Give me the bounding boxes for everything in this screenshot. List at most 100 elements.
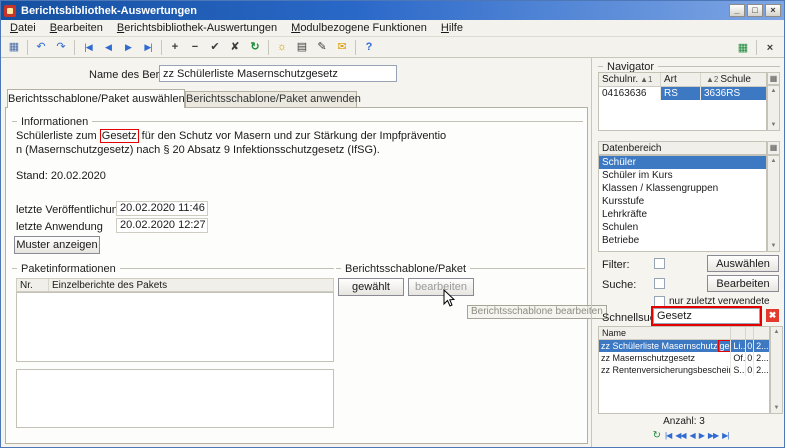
group-line [92, 121, 583, 122]
auswaehlen-button[interactable]: Auswählen [707, 255, 779, 272]
next-record-icon[interactable]: ▶ [118, 38, 138, 56]
report-name-input[interactable] [159, 65, 397, 82]
menu-datei[interactable]: Datei [3, 21, 43, 35]
table-row[interactable]: 04163636 RS 3636RS [599, 87, 766, 100]
muster-anzeigen-button[interactable]: Muster anzeigen [14, 236, 100, 254]
list-item-klassen[interactable]: Klassen / Klassengruppen [599, 182, 766, 195]
prev-record-icon[interactable]: ◀ [690, 429, 695, 442]
list-item-kursstufe[interactable]: Kursstufe [599, 195, 766, 208]
undo-icon[interactable]: ↶ [31, 38, 51, 56]
refresh-icon[interactable]: ↻ [245, 38, 265, 56]
cell-count[interactable]: 0 [746, 352, 754, 364]
table-row[interactable]: zz Rentenversicherungsbescheinigung... S… [599, 364, 769, 376]
title-bar[interactable]: Berichtsbibliothek-Auswertungen _ □ × [1, 1, 784, 20]
schnellsuche-input[interactable] [653, 308, 760, 324]
scroll-down-icon[interactable]: ▼ [774, 403, 780, 413]
close-form-icon[interactable]: × [760, 39, 780, 57]
prev-page-icon[interactable]: ◀◀ [675, 429, 685, 442]
excel-export-icon[interactable]: ▦ [733, 39, 753, 57]
splitter[interactable] [591, 58, 592, 448]
column-header-2[interactable] [731, 327, 746, 339]
column-header-schule[interactable]: ▲2Schule [701, 73, 766, 86]
first-record-icon[interactable]: |◀ [78, 38, 98, 56]
paket-report-list[interactable] [16, 292, 334, 362]
delete-record-icon[interactable]: − [185, 38, 205, 56]
cancel-icon[interactable]: ✘ [225, 38, 245, 56]
mail-icon[interactable]: ✉ [332, 38, 352, 56]
column-header-art[interactable]: Art [661, 73, 701, 86]
print-icon[interactable]: ▤ [292, 38, 312, 56]
menu-hilfe[interactable]: Hilfe [434, 21, 470, 35]
list-item-schulen[interactable]: Schulen [599, 221, 766, 234]
menu-bearbeiten-rest: earbeiten [57, 22, 103, 34]
column-header-4[interactable] [754, 327, 769, 339]
column-header-3[interactable] [746, 327, 754, 339]
cell-art[interactable]: RS [661, 87, 701, 100]
column-header-name[interactable]: Name [599, 327, 731, 339]
help-icon[interactable]: ? [359, 38, 379, 56]
menu-berichtsbibliothek[interactable]: Berichtsbibliothek-Auswertungen [110, 21, 284, 35]
navigator-scrollbar[interactable]: ▲ ▼ [767, 85, 780, 131]
next-page-icon[interactable]: ▶▶ [708, 429, 718, 442]
table-row[interactable]: zz Masernschutzgesetz Of.. 0 2... [599, 352, 769, 364]
cell-type[interactable]: Of.. [731, 352, 746, 364]
redo-icon[interactable]: ↷ [51, 38, 71, 56]
suche-bearbeiten-button[interactable]: Bearbeiten [707, 275, 779, 292]
last-record-icon[interactable]: ▶| [722, 429, 728, 442]
gewaehlt-button[interactable]: gewählt [338, 278, 404, 296]
window-icon[interactable]: ▦ [4, 38, 24, 56]
lamp-icon[interactable]: ☼ [272, 38, 292, 56]
scroll-down-icon[interactable]: ▼ [771, 120, 777, 130]
cell-name[interactable]: zz Rentenversicherungsbescheinigung... [599, 364, 731, 376]
cell-type[interactable]: Li.. [731, 340, 746, 352]
filter-checkbox[interactable] [654, 258, 665, 269]
edit-icon[interactable]: ✎ [312, 38, 332, 56]
menu-modulbezogene-funktionen[interactable]: Modulbezogene Funktionen [284, 21, 434, 35]
column-header-nr[interactable]: Nr. [17, 279, 49, 291]
add-record-icon[interactable]: + [165, 38, 185, 56]
bearbeiten-button[interactable]: bearbeiten [408, 278, 474, 296]
results-scrollbar[interactable]: ▲ ▼ [770, 326, 783, 414]
previous-record-icon[interactable]: ◀ [98, 38, 118, 56]
last-record-icon[interactable]: ▶| [138, 38, 158, 56]
menu-bearbeiten[interactable]: Bearbeiten [43, 21, 110, 35]
tab-berichtsschablone-auswaehlen[interactable]: Berichtsschablone/Paket auswählen [7, 89, 185, 108]
scroll-up-icon[interactable]: ▲ [771, 86, 777, 96]
cell-name[interactable]: zz Schülerliste Masernschutzgesetz [599, 340, 731, 352]
confirm-icon[interactable]: ✔ [205, 38, 225, 56]
cell-date[interactable]: 2... [754, 352, 769, 364]
first-record-icon[interactable]: |◀ [665, 429, 671, 442]
suche-checkbox[interactable] [654, 278, 665, 289]
clear-search-icon[interactable]: ✖ [766, 309, 779, 322]
cell-name[interactable]: zz Masernschutzgesetz [599, 352, 731, 364]
next-record-icon[interactable]: ▶ [699, 429, 704, 442]
cell-count[interactable]: 0 [746, 364, 754, 376]
datenbereich-scrollbar[interactable]: ▲ ▼ [767, 155, 780, 252]
cell-count[interactable]: 0 [746, 340, 754, 352]
scroll-up-icon[interactable]: ▲ [774, 327, 780, 337]
column-chooser-icon[interactable]: ▦ [767, 72, 780, 85]
list-item-schueler-im-kurs[interactable]: Schüler im Kurs [599, 169, 766, 182]
cell-date[interactable]: 2... [754, 340, 769, 352]
maximize-button[interactable]: □ [747, 4, 763, 17]
table-row[interactable]: zz Schülerliste Masernschutzgesetz Li.. … [599, 340, 769, 352]
cell-type[interactable]: S... [731, 364, 746, 376]
scroll-up-icon[interactable]: ▲ [771, 156, 777, 166]
column-header-schulnr[interactable]: Schulnr.▲1 [599, 73, 661, 86]
list-item-betriebe[interactable]: Betriebe [599, 234, 766, 247]
cell-date[interactable]: 2... [754, 364, 769, 376]
sort-indicator-icon: ▲2 [706, 75, 718, 84]
column-header-einzelberichte[interactable]: Einzelberichte des Pakets [49, 279, 333, 291]
cell-schule[interactable]: 3636RS [701, 87, 766, 100]
toolbar-separator [74, 40, 75, 55]
list-item-lehrkraefte[interactable]: Lehrkräfte [599, 208, 766, 221]
cell-schulnr[interactable]: 04163636 [599, 87, 661, 100]
tab-berichtsschablone-anwenden[interactable]: Berichtsschablone/Paket anwenden [185, 91, 357, 108]
list-item-schueler[interactable]: Schüler [599, 156, 766, 169]
refresh-icon[interactable]: ↻ [653, 429, 661, 442]
paket-detail-box[interactable] [16, 369, 334, 428]
scroll-down-icon[interactable]: ▼ [771, 241, 777, 251]
minimize-button[interactable]: _ [729, 4, 745, 17]
close-button[interactable]: × [765, 4, 781, 17]
column-chooser-icon[interactable]: ▦ [767, 141, 780, 155]
